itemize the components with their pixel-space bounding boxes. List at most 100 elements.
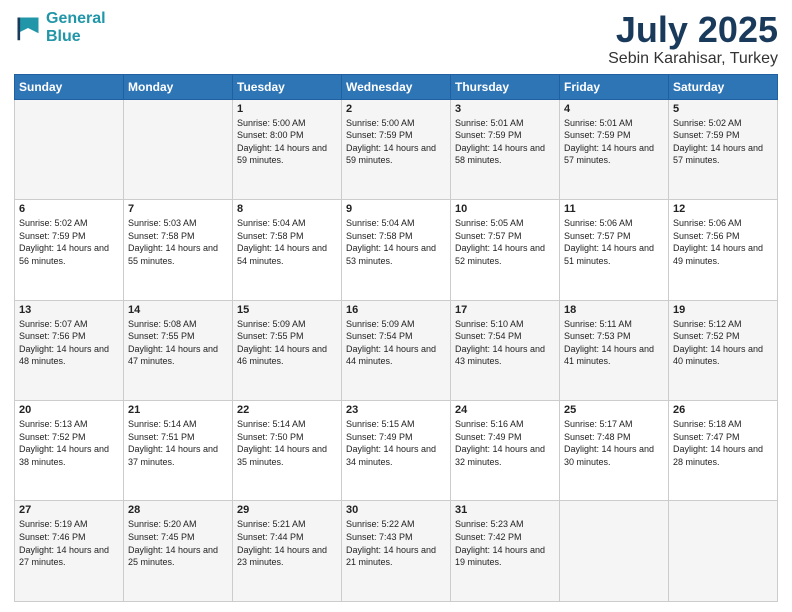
month-title: July 2025 [608, 10, 778, 50]
cell-info: Sunrise: 5:16 AM Sunset: 7:49 PM Dayligh… [455, 418, 555, 468]
logo-text: General Blue [46, 10, 106, 45]
calendar-cell [124, 99, 233, 199]
cell-info: Sunrise: 5:02 AM Sunset: 7:59 PM Dayligh… [673, 117, 773, 167]
logo-line2: Blue [46, 28, 81, 45]
cell-info: Sunrise: 5:01 AM Sunset: 7:59 PM Dayligh… [564, 117, 664, 167]
weekday-header: Tuesday [233, 74, 342, 99]
cell-info: Sunrise: 5:14 AM Sunset: 7:50 PM Dayligh… [237, 418, 337, 468]
calendar-week-row: 27 Sunrise: 5:19 AM Sunset: 7:46 PM Dayli… [15, 501, 778, 602]
day-number: 23 [346, 404, 446, 416]
logo-line1: General [46, 10, 106, 27]
day-number: 15 [237, 304, 337, 316]
calendar-cell: 16 Sunrise: 5:09 AM Sunset: 7:54 PM Dayli… [342, 300, 451, 400]
day-number: 22 [237, 404, 337, 416]
day-number: 21 [128, 404, 228, 416]
calendar-cell: 6Sunrise: 5:02 AM Sunset: 7:59 PM Daylig… [15, 200, 124, 300]
calendar-cell: 5 Sunrise: 5:02 AM Sunset: 7:59 PM Daylig… [669, 99, 778, 199]
weekday-header: Saturday [669, 74, 778, 99]
day-number: 9 [346, 203, 446, 215]
cell-info: Sunrise: 5:04 AM Sunset: 7:58 PM Dayligh… [346, 217, 446, 267]
calendar-cell: 1 Sunrise: 5:00 AM Sunset: 8:00 PM Daylig… [233, 99, 342, 199]
day-number: 24 [455, 404, 555, 416]
calendar-cell: 30 Sunrise: 5:22 AM Sunset: 7:43 PM Dayli… [342, 501, 451, 602]
day-number: 1 [237, 103, 337, 115]
cell-info: Sunrise: 5:12 AM Sunset: 7:52 PM Dayligh… [673, 318, 773, 368]
cell-info: Sunrise: 5:18 AM Sunset: 7:47 PM Dayligh… [673, 418, 773, 468]
calendar-cell: 4 Sunrise: 5:01 AM Sunset: 7:59 PM Daylig… [560, 99, 669, 199]
calendar-cell: 10 Sunrise: 5:05 AM Sunset: 7:57 PM Dayli… [451, 200, 560, 300]
day-number: 28 [128, 504, 228, 516]
calendar-cell: 28Sunrise: 5:20 AM Sunset: 7:45 PM Dayli… [124, 501, 233, 602]
calendar-cell: 26 Sunrise: 5:18 AM Sunset: 7:47 PM Dayli… [669, 401, 778, 501]
weekday-header-row: SundayMondayTuesdayWednesdayThursdayFrid… [15, 74, 778, 99]
day-number: 20 [19, 404, 119, 416]
calendar-cell: 2 Sunrise: 5:00 AM Sunset: 7:59 PM Daylig… [342, 99, 451, 199]
day-number: 18 [564, 304, 664, 316]
calendar-cell: 24 Sunrise: 5:16 AM Sunset: 7:49 PM Dayli… [451, 401, 560, 501]
day-number: 13 [19, 304, 119, 316]
day-number: 27 [19, 504, 119, 516]
calendar-cell: 18 Sunrise: 5:11 AM Sunset: 7:53 PM Dayli… [560, 300, 669, 400]
cell-info: Sunrise: 5:06 AM Sunset: 7:57 PM Dayligh… [564, 217, 664, 267]
calendar-cell [669, 501, 778, 602]
weekday-header: Thursday [451, 74, 560, 99]
weekday-header: Sunday [15, 74, 124, 99]
cell-info: Sunrise: 5:22 AM Sunset: 7:43 PM Dayligh… [346, 518, 446, 568]
day-number: 31 [455, 504, 555, 516]
calendar-cell: 20 Sunrise: 5:13 AM Sunset: 7:52 PM Dayli… [15, 401, 124, 501]
calendar-cell: 27 Sunrise: 5:19 AM Sunset: 7:46 PM Dayli… [15, 501, 124, 602]
cell-info: Sunrise: 5:15 AM Sunset: 7:49 PM Dayligh… [346, 418, 446, 468]
cell-info: Sunrise: 5:01 AM Sunset: 7:59 PM Dayligh… [455, 117, 555, 167]
page: General Blue July 2025 Sebin Karahisar, … [0, 0, 792, 612]
calendar-cell: 21 Sunrise: 5:14 AM Sunset: 7:51 PM Dayli… [124, 401, 233, 501]
cell-info: Sunrise: 5:07 AM Sunset: 7:56 PM Dayligh… [19, 318, 119, 368]
calendar-week-row: 6Sunrise: 5:02 AM Sunset: 7:59 PM Daylig… [15, 200, 778, 300]
calendar-cell: 31Sunrise: 5:23 AM Sunset: 7:42 PM Dayli… [451, 501, 560, 602]
weekday-header: Friday [560, 74, 669, 99]
cell-info: Sunrise: 5:21 AM Sunset: 7:44 PM Dayligh… [237, 518, 337, 568]
header: General Blue July 2025 Sebin Karahisar, … [14, 10, 778, 68]
calendar-table: SundayMondayTuesdayWednesdayThursdayFrid… [14, 74, 778, 602]
cell-info: Sunrise: 5:04 AM Sunset: 7:58 PM Dayligh… [237, 217, 337, 267]
cell-info: Sunrise: 5:08 AM Sunset: 7:55 PM Dayligh… [128, 318, 228, 368]
day-number: 10 [455, 203, 555, 215]
calendar-cell: 19 Sunrise: 5:12 AM Sunset: 7:52 PM Dayli… [669, 300, 778, 400]
calendar-cell [560, 501, 669, 602]
calendar-cell: 15 Sunrise: 5:09 AM Sunset: 7:55 PM Dayli… [233, 300, 342, 400]
calendar-week-row: 1 Sunrise: 5:00 AM Sunset: 8:00 PM Daylig… [15, 99, 778, 199]
location-title: Sebin Karahisar, Turkey [608, 50, 778, 68]
day-number: 11 [564, 203, 664, 215]
cell-info: Sunrise: 5:00 AM Sunset: 8:00 PM Dayligh… [237, 117, 337, 167]
calendar-cell: 14 Sunrise: 5:08 AM Sunset: 7:55 PM Dayli… [124, 300, 233, 400]
cell-info: Sunrise: 5:09 AM Sunset: 7:54 PM Dayligh… [346, 318, 446, 368]
cell-info: Sunrise: 5:05 AM Sunset: 7:57 PM Dayligh… [455, 217, 555, 267]
day-number: 16 [346, 304, 446, 316]
calendar-cell: 7Sunrise: 5:03 AM Sunset: 7:58 PM Daylig… [124, 200, 233, 300]
calendar-cell: 8Sunrise: 5:04 AM Sunset: 7:58 PM Daylig… [233, 200, 342, 300]
calendar-cell: 11 Sunrise: 5:06 AM Sunset: 7:57 PM Dayli… [560, 200, 669, 300]
cell-info: Sunrise: 5:06 AM Sunset: 7:56 PM Dayligh… [673, 217, 773, 267]
day-number: 19 [673, 304, 773, 316]
cell-info: Sunrise: 5:00 AM Sunset: 7:59 PM Dayligh… [346, 117, 446, 167]
cell-info: Sunrise: 5:19 AM Sunset: 7:46 PM Dayligh… [19, 518, 119, 568]
cell-info: Sunrise: 5:14 AM Sunset: 7:51 PM Dayligh… [128, 418, 228, 468]
cell-info: Sunrise: 5:03 AM Sunset: 7:58 PM Dayligh… [128, 217, 228, 267]
cell-info: Sunrise: 5:11 AM Sunset: 7:53 PM Dayligh… [564, 318, 664, 368]
day-number: 12 [673, 203, 773, 215]
weekday-header: Wednesday [342, 74, 451, 99]
day-number: 26 [673, 404, 773, 416]
day-number: 5 [673, 103, 773, 115]
day-number: 30 [346, 504, 446, 516]
day-number: 2 [346, 103, 446, 115]
calendar-week-row: 13 Sunrise: 5:07 AM Sunset: 7:56 PM Dayli… [15, 300, 778, 400]
calendar-cell: 29Sunrise: 5:21 AM Sunset: 7:44 PM Dayli… [233, 501, 342, 602]
day-number: 25 [564, 404, 664, 416]
cell-info: Sunrise: 5:13 AM Sunset: 7:52 PM Dayligh… [19, 418, 119, 468]
day-number: 4 [564, 103, 664, 115]
day-number: 14 [128, 304, 228, 316]
calendar-cell: 12 Sunrise: 5:06 AM Sunset: 7:56 PM Dayli… [669, 200, 778, 300]
cell-info: Sunrise: 5:09 AM Sunset: 7:55 PM Dayligh… [237, 318, 337, 368]
title-block: July 2025 Sebin Karahisar, Turkey [608, 10, 778, 68]
logo: General Blue [14, 10, 106, 45]
cell-info: Sunrise: 5:17 AM Sunset: 7:48 PM Dayligh… [564, 418, 664, 468]
